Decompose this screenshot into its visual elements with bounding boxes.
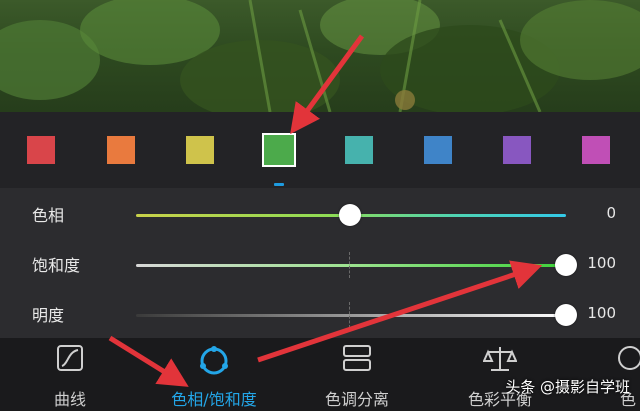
watermark: 头条 @摄影自学班 <box>505 378 630 396</box>
tool-tone-split[interactable]: 色调分离 <box>312 338 402 411</box>
curves-icon <box>57 345 83 371</box>
foliage-image <box>0 0 640 112</box>
swatch-blue[interactable] <box>424 136 452 164</box>
tool-hsl-label: 色相/饱和度 <box>171 390 257 409</box>
lightness-track[interactable] <box>136 314 566 317</box>
bottom-toolbar: 曲线 色相/饱和度 色调分离 色彩平衡 色 <box>0 338 640 411</box>
tool-hsl[interactable]: 色相/饱和度 <box>158 338 270 411</box>
partial-tool-icon <box>618 346 640 370</box>
lightness-value: 100 <box>587 304 616 322</box>
tool-curves-label: 曲线 <box>53 390 86 409</box>
hue-channel-selector <box>0 112 640 188</box>
hsl-sliders-panel: 色相 0 饱和度 100 明度 100 <box>0 188 640 338</box>
saturation-slider-knob[interactable] <box>555 254 577 276</box>
saturation-track[interactable] <box>136 264 566 267</box>
tool-color-balance[interactable]: 色彩平衡 <box>455 338 545 411</box>
lightness-center-tick <box>349 302 350 328</box>
selection-indicator <box>274 183 284 186</box>
hue-label: 色相 <box>32 206 65 225</box>
saturation-label: 饱和度 <box>32 256 81 275</box>
swatch-aqua[interactable] <box>345 136 373 164</box>
hue-slider-row: 色相 0 <box>0 192 640 232</box>
swatch-purple[interactable] <box>503 136 531 164</box>
tone-split-icon <box>343 345 371 371</box>
swatch-yellow[interactable] <box>186 136 214 164</box>
swatch-orange[interactable] <box>107 136 135 164</box>
hsl-ring-icon <box>200 346 228 375</box>
saturation-center-tick <box>349 252 350 278</box>
swatch-red[interactable] <box>27 136 55 164</box>
lightness-label: 明度 <box>32 306 65 325</box>
lightness-slider-knob[interactable] <box>555 304 577 326</box>
tool-partial[interactable]: 色 <box>608 338 640 411</box>
tool-tone-split-label: 色调分离 <box>324 390 389 409</box>
swatch-magenta[interactable] <box>582 136 610 164</box>
saturation-value: 100 <box>587 254 616 272</box>
lightness-slider-row: 明度 100 <box>0 292 640 332</box>
hue-value: 0 <box>606 204 616 222</box>
hue-slider-knob[interactable] <box>339 204 361 226</box>
photo-preview <box>0 0 640 112</box>
tool-curves[interactable]: 曲线 <box>30 338 110 411</box>
saturation-slider-row: 饱和度 100 <box>0 242 640 282</box>
balance-scale-icon <box>483 347 517 371</box>
swatch-green[interactable] <box>262 133 296 167</box>
